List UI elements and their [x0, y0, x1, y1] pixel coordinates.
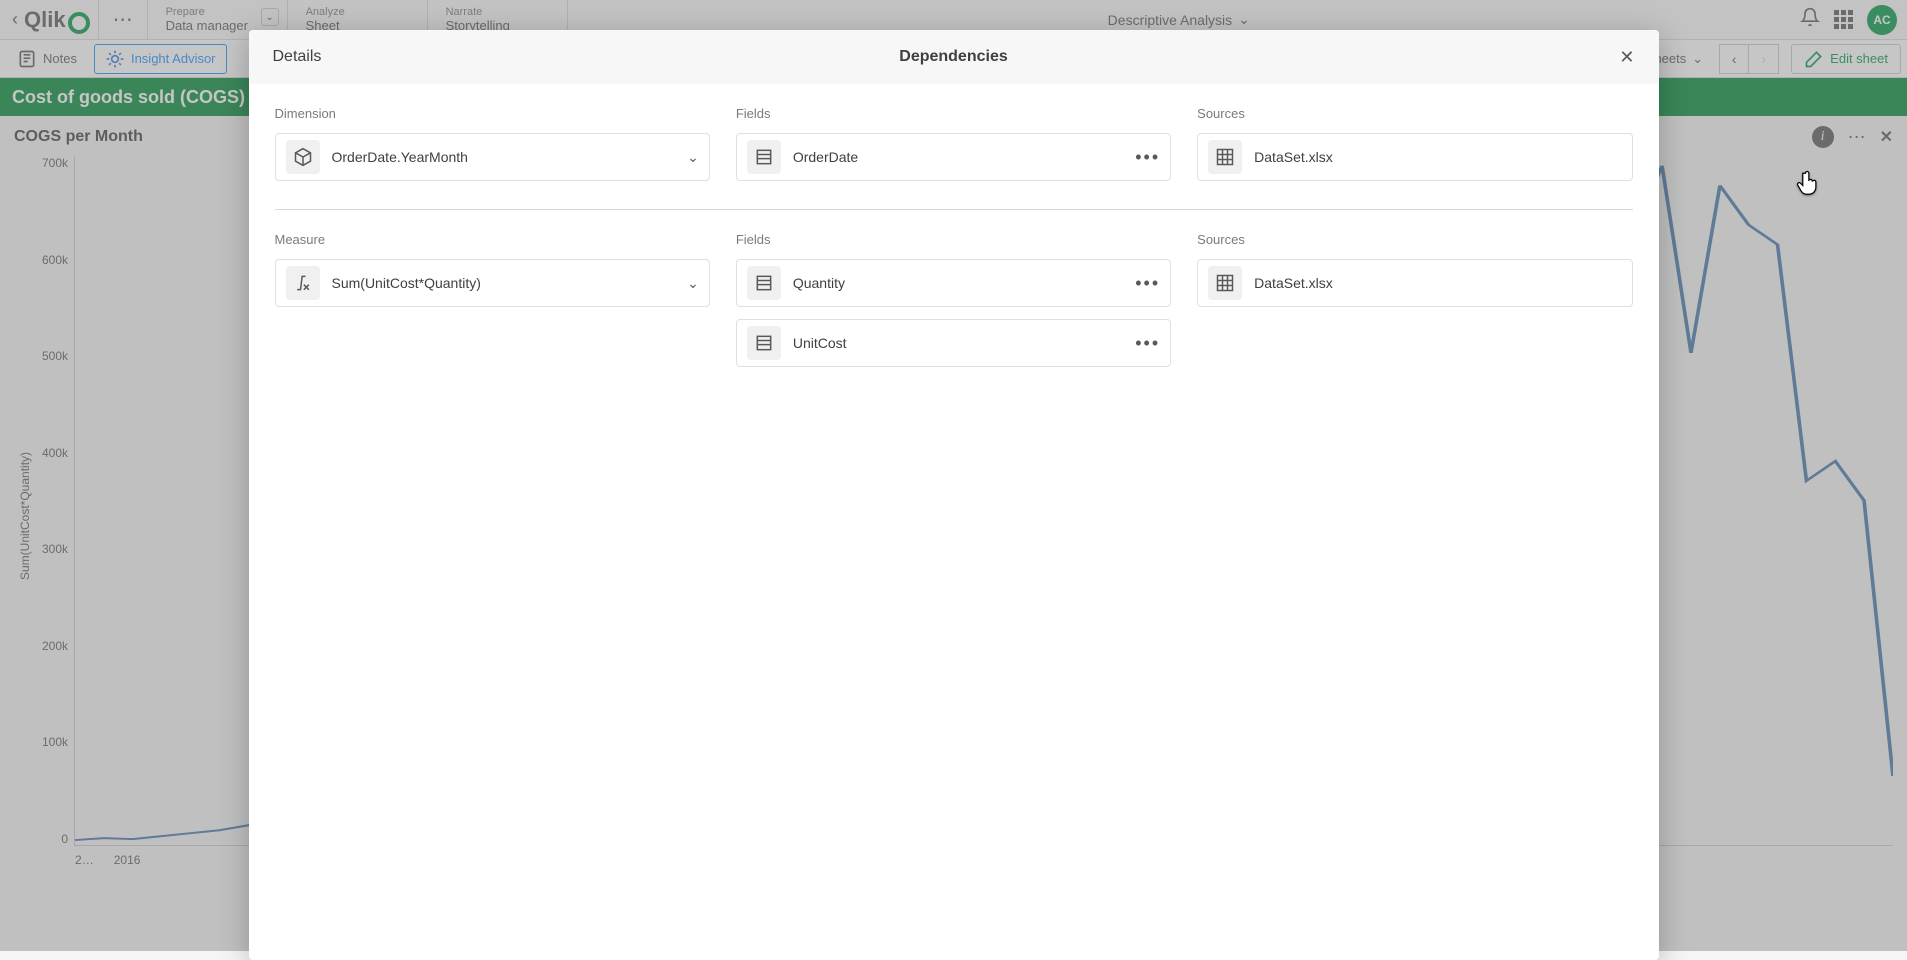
modal-header: Details Dependencies ✕ — [249, 30, 1659, 84]
dependencies-modal: Details Dependencies ✕ Dimension OrderDa… — [249, 30, 1659, 960]
measure-item[interactable]: Sum(UnitCost*Quantity) ⌄ — [275, 259, 710, 307]
modal-title: Dependencies — [899, 48, 1007, 66]
measure-header: Measure — [275, 232, 710, 247]
field-item-label: OrderDate — [793, 149, 1123, 165]
fields-header: Fields — [736, 106, 1171, 121]
source-item[interactable]: DataSet.xlsx — [1197, 259, 1632, 307]
field-item[interactable]: OrderDate ••• — [736, 133, 1171, 181]
more-dots-icon[interactable]: ••• — [1135, 333, 1160, 354]
field-item[interactable]: UnitCost ••• — [736, 319, 1171, 367]
cube-icon — [286, 140, 320, 174]
dimension-header: Dimension — [275, 106, 710, 121]
fields-column-2: Fields Quantity ••• UnitCost ••• — [736, 232, 1171, 379]
measure-column: Measure Sum(UnitCost*Quantity) ⌄ — [275, 232, 710, 379]
field-item[interactable]: Quantity ••• — [736, 259, 1171, 307]
grid-icon — [1208, 266, 1242, 300]
source-item[interactable]: DataSet.xlsx — [1197, 133, 1632, 181]
more-dots-icon[interactable]: ••• — [1135, 147, 1160, 168]
grid-icon — [1208, 140, 1242, 174]
sources-column-1: Sources DataSet.xlsx — [1197, 106, 1632, 193]
modal-body: Dimension OrderDate.YearMonth ⌄ Fields O… — [249, 84, 1659, 960]
modal-overlay: Details Dependencies ✕ Dimension OrderDa… — [0, 0, 1907, 951]
modal-details-label: Details — [273, 48, 322, 66]
fields-column-1: Fields OrderDate ••• — [736, 106, 1171, 193]
sources-column-2: Sources DataSet.xlsx — [1197, 232, 1632, 379]
sources-header: Sources — [1197, 106, 1632, 121]
source-item-label: DataSet.xlsx — [1254, 149, 1621, 165]
close-icon[interactable]: ✕ — [1619, 47, 1634, 68]
fx-icon — [286, 266, 320, 300]
fields-header: Fields — [736, 232, 1171, 247]
divider — [275, 209, 1633, 210]
more-dots-icon[interactable]: ••• — [1135, 273, 1160, 294]
table-icon — [747, 326, 781, 360]
dimension-item-label: OrderDate.YearMonth — [332, 149, 676, 165]
dimension-column: Dimension OrderDate.YearMonth ⌄ — [275, 106, 710, 193]
sources-header: Sources — [1197, 232, 1632, 247]
table-icon — [747, 140, 781, 174]
measure-item-label: Sum(UnitCost*Quantity) — [332, 275, 676, 291]
field-item-label: Quantity — [793, 275, 1123, 291]
field-item-label: UnitCost — [793, 335, 1123, 351]
source-item-label: DataSet.xlsx — [1254, 275, 1621, 291]
table-icon — [747, 266, 781, 300]
dimension-item[interactable]: OrderDate.YearMonth ⌄ — [275, 133, 710, 181]
chevron-down-icon[interactable]: ⌄ — [687, 275, 699, 292]
chevron-down-icon[interactable]: ⌄ — [687, 149, 699, 166]
